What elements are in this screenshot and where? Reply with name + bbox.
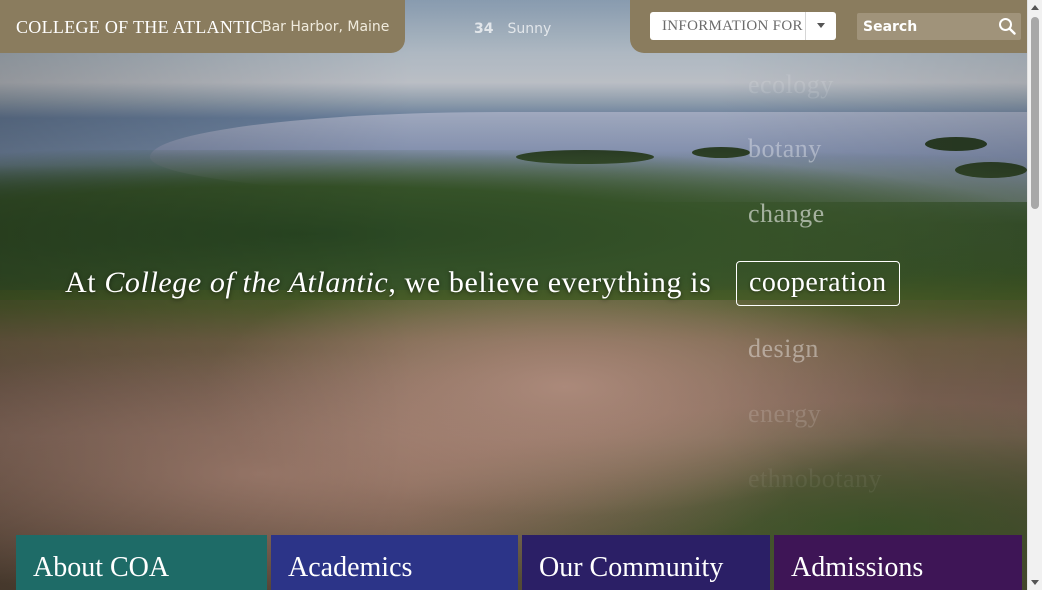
- site-location: Bar Harbor, Maine: [262, 19, 390, 35]
- header-bar-left: COLLEGE OF THE ATLANTIC Bar Harbor, Main…: [0, 0, 405, 53]
- search-icon[interactable]: [998, 17, 1016, 35]
- belief-statement: At College of the Atlantic, we believe e…: [65, 266, 711, 300]
- belief-suffix: , we believe everything is: [388, 266, 712, 299]
- scroll-down-arrow-icon[interactable]: [1031, 580, 1039, 585]
- weather-condition: Sunny: [507, 21, 552, 37]
- vertical-scrollbar[interactable]: [1027, 0, 1042, 590]
- site-title[interactable]: COLLEGE OF THE ATLANTIC: [16, 17, 263, 38]
- information-for-dropdown[interactable]: INFORMATION FOR: [650, 12, 836, 40]
- rotating-word-active: cooperation: [736, 261, 900, 306]
- nav-tile-our-community[interactable]: Our Community: [522, 535, 770, 590]
- weather-temperature: 34: [474, 21, 494, 37]
- scrollbar-thumb[interactable]: [1031, 17, 1039, 209]
- rotating-word: energy: [748, 399, 822, 428]
- nav-tile-label: Admissions: [791, 552, 924, 583]
- nav-tile-about-coa[interactable]: About COA: [16, 535, 267, 590]
- weather-widget: 34 Sunny: [474, 21, 551, 37]
- rotating-word: ethnobotany: [748, 464, 883, 493]
- information-for-label: INFORMATION FOR: [662, 18, 803, 34]
- rotating-word: design: [748, 334, 819, 363]
- belief-college-name: College of the Atlantic: [104, 266, 389, 299]
- rotating-word: change: [748, 199, 825, 228]
- nav-tile-label: About COA: [33, 552, 170, 583]
- nav-tile-label: Academics: [288, 552, 413, 583]
- chevron-down-icon[interactable]: [805, 12, 836, 40]
- search-input[interactable]: [857, 13, 1005, 40]
- nav-tile-label: Our Community: [539, 552, 724, 583]
- rotating-word: ecology: [748, 70, 834, 99]
- search-box: [857, 13, 1021, 40]
- nav-tile-admissions[interactable]: Admissions: [774, 535, 1022, 590]
- nav-tile-academics[interactable]: Academics: [271, 535, 518, 590]
- belief-prefix: At: [65, 266, 105, 299]
- scroll-up-arrow-icon[interactable]: [1031, 5, 1039, 10]
- rotating-word: botany: [748, 134, 822, 163]
